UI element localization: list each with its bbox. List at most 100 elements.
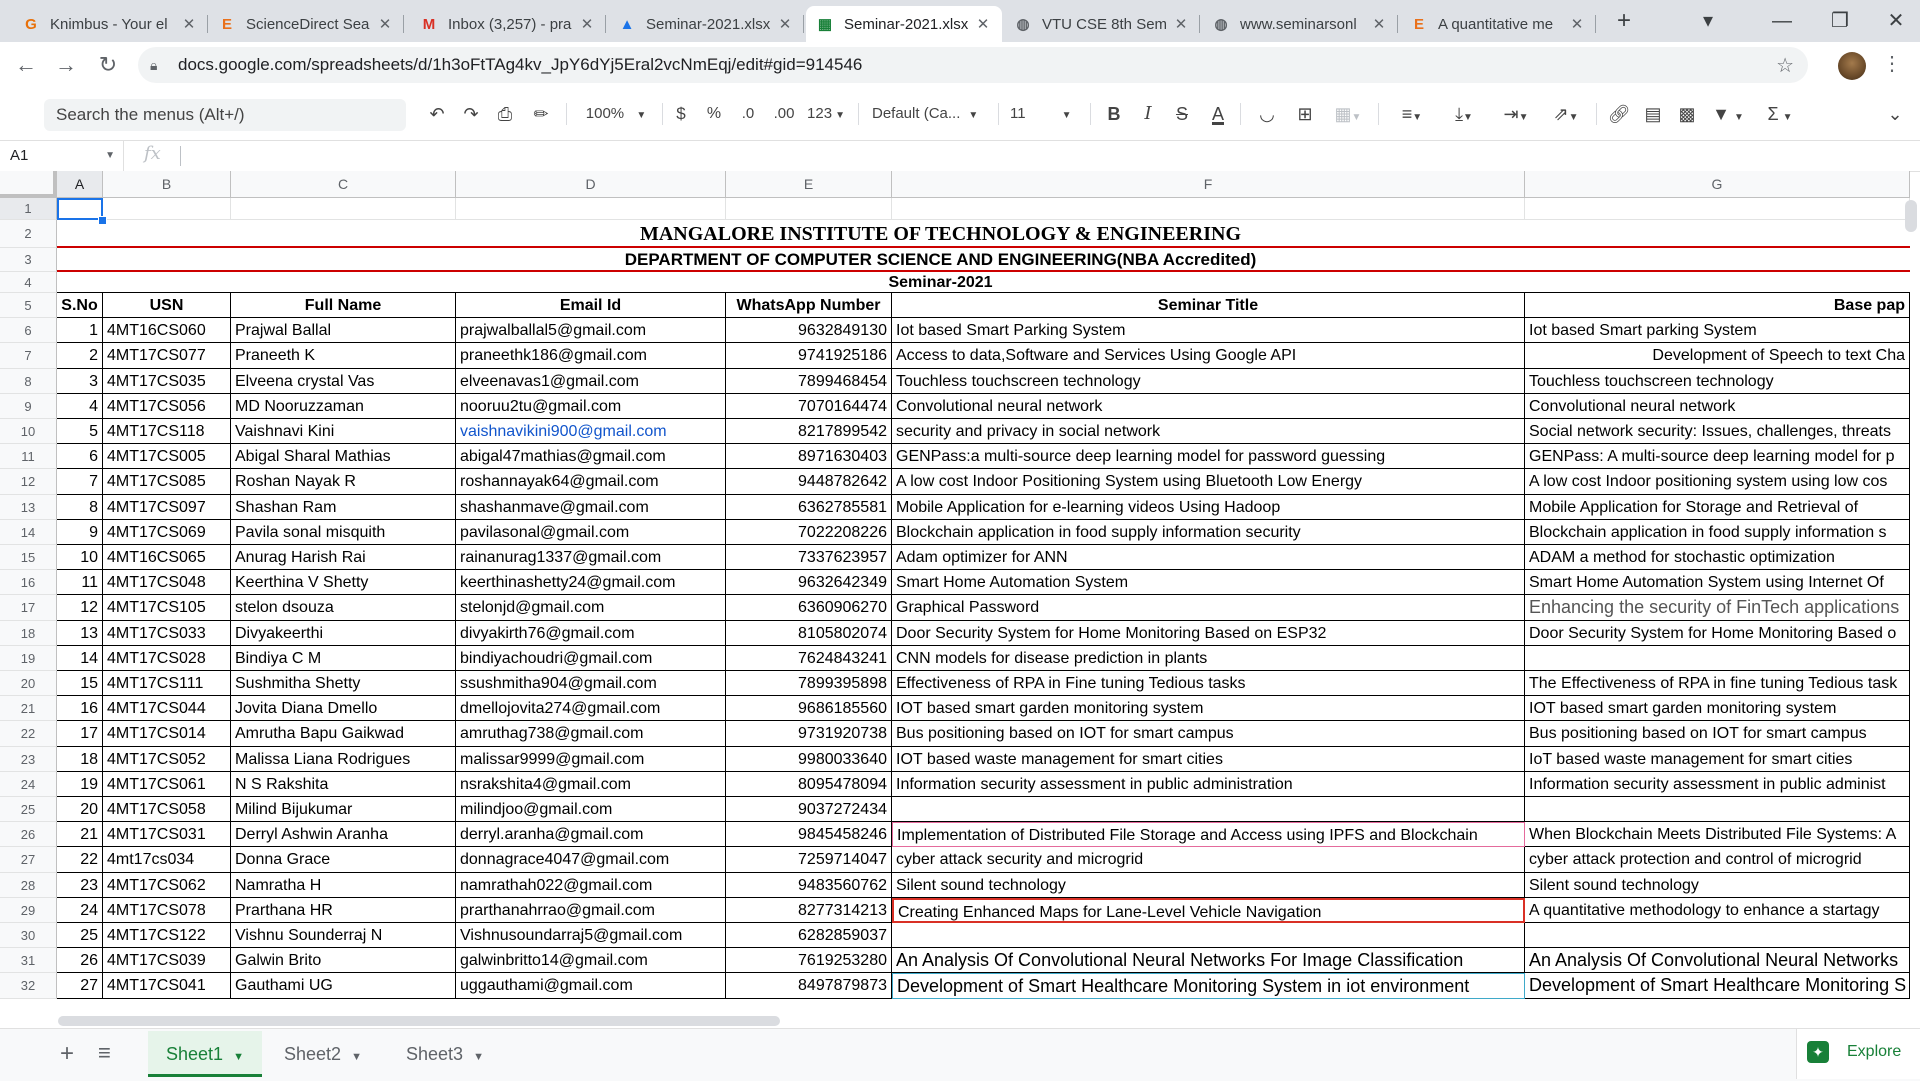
table-cell[interactable]: Convolutional neural network bbox=[1525, 393, 1910, 419]
table-cell[interactable]: praneethk186@gmail.com bbox=[456, 343, 726, 369]
table-cell[interactable]: GENPass: A multi-source deep learning mo… bbox=[1525, 444, 1910, 470]
table-cell[interactable]: Sushmitha Shetty bbox=[231, 671, 456, 697]
table-cell[interactable]: Development of Smart Healthcare Monitori… bbox=[892, 973, 1525, 999]
table-cell[interactable]: Prarthana HR bbox=[231, 897, 456, 923]
table-cell[interactable]: Anurag Harish Rai bbox=[231, 545, 456, 571]
browser-tab[interactable]: ▦ Seminar-2021.xlsx ✕ bbox=[806, 6, 1002, 42]
seminar-heading[interactable]: Seminar-2021 bbox=[57, 272, 1910, 293]
table-cell[interactable]: 4MT17CS031 bbox=[103, 822, 231, 848]
row-header[interactable]: 6 bbox=[0, 318, 57, 344]
table-cell[interactable]: Convolutional neural network bbox=[892, 393, 1525, 419]
row-header[interactable]: 32 bbox=[0, 973, 57, 999]
table-cell[interactable]: 9686185560 bbox=[726, 696, 892, 722]
chevron-down-icon[interactable]: ▼ bbox=[473, 1051, 484, 1063]
row-header[interactable]: 4 bbox=[0, 272, 57, 293]
row-header[interactable]: 11 bbox=[0, 444, 57, 470]
table-cell[interactable]: 8497879873 bbox=[726, 973, 892, 999]
table-cell[interactable]: 4MT17CS062 bbox=[103, 872, 231, 898]
print-icon[interactable]: ⎙ bbox=[492, 101, 518, 127]
table-cell[interactable]: 7337623957 bbox=[726, 545, 892, 571]
table-cell[interactable]: IOT based waste management for smart cit… bbox=[892, 746, 1525, 772]
row-header[interactable]: 19 bbox=[0, 645, 57, 671]
collapse-toolbar-icon[interactable]: ⌄ bbox=[1882, 101, 1908, 127]
table-cell[interactable]: prarthanahrrao@gmail.com bbox=[456, 897, 726, 923]
table-cell[interactable]: 8277314213 bbox=[726, 897, 892, 923]
filter-icon[interactable]: ▼ ▼ bbox=[1708, 101, 1748, 127]
table-cell[interactable]: 7899395898 bbox=[726, 671, 892, 697]
table-cell[interactable]: abigal47mathias@gmail.com bbox=[456, 444, 726, 470]
table-cell[interactable]: Vishnu Sounderraj N bbox=[231, 923, 456, 949]
table-cell[interactable]: An Analysis Of Convolutional Neural Netw… bbox=[892, 948, 1525, 974]
table-cell[interactable]: 4MT17CS061 bbox=[103, 771, 231, 797]
table-cell[interactable]: nooruu2tu@gmail.com bbox=[456, 393, 726, 419]
horizontal-align-icon[interactable]: ≡▼ bbox=[1392, 101, 1432, 127]
menu-search-input[interactable]: Search the menus (Alt+/) bbox=[44, 99, 406, 131]
table-cell[interactable]: 7022208226 bbox=[726, 519, 892, 545]
row-header[interactable]: 7 bbox=[0, 343, 57, 369]
table-cell[interactable]: 4MT17CS077 bbox=[103, 343, 231, 369]
row-header[interactable]: 17 bbox=[0, 595, 57, 621]
text-color-icon[interactable]: A bbox=[1206, 101, 1230, 127]
minimize-icon[interactable]: — bbox=[1762, 6, 1802, 36]
table-cell[interactable]: 24 bbox=[57, 897, 103, 923]
table-cell[interactable]: IOT based smart garden monitoring system bbox=[892, 696, 1525, 722]
lock-icon[interactable]: 🔒︎ bbox=[150, 57, 170, 74]
table-cell[interactable]: Information security assessment in publi… bbox=[892, 771, 1525, 797]
table-cell[interactable]: stelon dsouza bbox=[231, 595, 456, 621]
table-cell[interactable]: 4MT17CS122 bbox=[103, 923, 231, 949]
table-cell[interactable]: 3 bbox=[57, 368, 103, 394]
table-cell[interactable]: 6282859037 bbox=[726, 923, 892, 949]
row-header[interactable]: 9 bbox=[0, 393, 57, 419]
close-tab-icon[interactable]: ✕ bbox=[376, 15, 394, 33]
table-cell[interactable]: bindiyachoudri@gmail.com bbox=[456, 645, 726, 671]
zoom-select[interactable]: 100% ▼ bbox=[580, 101, 652, 127]
table-cell[interactable]: When Blockchain Meets Distributed File S… bbox=[1525, 822, 1910, 848]
row-header[interactable]: 24 bbox=[0, 771, 57, 797]
row-header[interactable]: 25 bbox=[0, 797, 57, 823]
bookmark-star-icon[interactable]: ☆ bbox=[1776, 53, 1794, 78]
decrease-decimal-button[interactable]: .0 bbox=[734, 101, 762, 127]
close-tab-icon[interactable]: ✕ bbox=[776, 15, 794, 33]
table-cell[interactable]: 4MT16CS060 bbox=[103, 318, 231, 344]
table-cell[interactable]: 6360906270 bbox=[726, 595, 892, 621]
table-cell[interactable]: Touchless touchscreen technology bbox=[1525, 368, 1910, 394]
browser-menu-icon[interactable]: ⋮ bbox=[1882, 51, 1902, 76]
grid-cell[interactable] bbox=[103, 198, 231, 220]
table-cell[interactable]: derryl.aranha@gmail.com bbox=[456, 822, 726, 848]
table-cell[interactable]: cyber attack security and microgrid bbox=[892, 847, 1525, 873]
table-cell[interactable]: galwinbritto14@gmail.com bbox=[456, 948, 726, 974]
table-cell[interactable]: Gauthami UG bbox=[231, 973, 456, 999]
table-cell[interactable]: 4MT17CS111 bbox=[103, 671, 231, 697]
text-rotation-icon[interactable]: ⇗▼ bbox=[1546, 101, 1586, 127]
table-cell[interactable]: Galwin Brito bbox=[231, 948, 456, 974]
table-cell[interactable]: N S Rakshita bbox=[231, 771, 456, 797]
table-cell[interactable]: 8217899542 bbox=[726, 419, 892, 445]
table-cell[interactable]: 7899468454 bbox=[726, 368, 892, 394]
table-cell[interactable]: Bindiya C M bbox=[231, 645, 456, 671]
close-tab-icon[interactable]: ✕ bbox=[1370, 15, 1388, 33]
table-cell[interactable]: A quantitative methodology to enhance a … bbox=[1525, 897, 1910, 923]
table-cell[interactable]: roshannayak64@gmail.com bbox=[456, 469, 726, 495]
table-cell[interactable]: 4MT17CS105 bbox=[103, 595, 231, 621]
currency-format-button[interactable]: $ bbox=[670, 101, 692, 127]
selected-cell[interactable] bbox=[57, 198, 103, 220]
select-all-corner[interactable] bbox=[0, 171, 57, 198]
new-tab-button[interactable]: + bbox=[1604, 6, 1644, 36]
paint-format-icon[interactable]: ✏︎ bbox=[528, 101, 554, 127]
browser-tab[interactable]: E ScienceDirect Sea ✕ bbox=[208, 6, 404, 42]
table-cell[interactable]: 10 bbox=[57, 545, 103, 571]
table-cell[interactable]: 4MT17CS097 bbox=[103, 494, 231, 520]
tab-search-icon[interactable]: ▾ bbox=[1688, 6, 1728, 36]
table-cell[interactable]: 4MT17CS039 bbox=[103, 948, 231, 974]
table-cell[interactable]: 4MT17CS035 bbox=[103, 368, 231, 394]
table-cell[interactable]: 9632642349 bbox=[726, 570, 892, 596]
table-cell[interactable]: 2 bbox=[57, 343, 103, 369]
table-cell[interactable]: namrathah022@gmail.com bbox=[456, 872, 726, 898]
row-header[interactable]: 28 bbox=[0, 872, 57, 898]
table-cell[interactable]: divyakirth76@gmail.com bbox=[456, 620, 726, 646]
table-cell[interactable]: Smart Home Automation System using Inter… bbox=[1525, 570, 1910, 596]
browser-tab[interactable]: G Knimbus - Your el ✕ bbox=[12, 6, 208, 42]
table-cell[interactable]: Bus positioning based on IOT for smart c… bbox=[892, 721, 1525, 747]
functions-icon[interactable]: Σ ▼ bbox=[1760, 101, 1800, 127]
table-cell[interactable]: Derryl Ashwin Aranha bbox=[231, 822, 456, 848]
